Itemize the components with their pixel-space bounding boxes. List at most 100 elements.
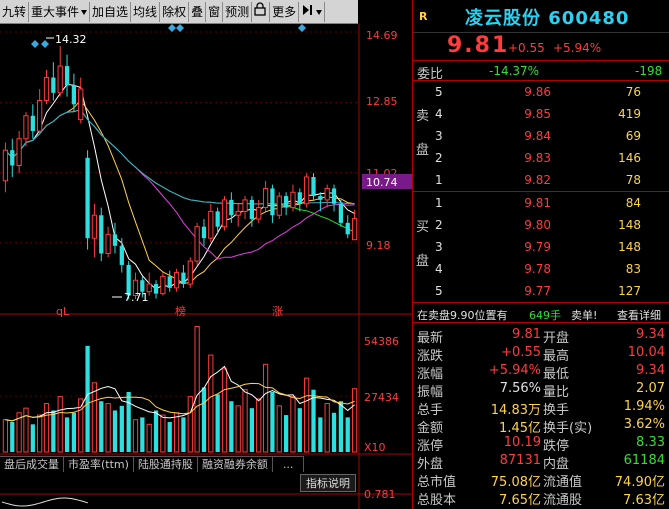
candle: [304, 173, 310, 208]
ask-row[interactable]: 1 9.82 78: [413, 169, 669, 191]
candle-body: [345, 222, 350, 235]
volume-axis-unit: X10: [364, 441, 386, 454]
ask-row[interactable]: 4 9.85 419: [413, 103, 669, 125]
volume-bar: [146, 423, 152, 453]
bid-row[interactable]: 2 9.80 148: [413, 214, 669, 236]
tab-after-hours-volume[interactable]: 盘后成交量: [0, 456, 64, 472]
marker-zhang[interactable]: 涨: [272, 305, 283, 318]
toolbar-major-events[interactable]: 重大事件: [29, 1, 91, 22]
price-header: 9.81 +0.55 +5.94%: [413, 33, 669, 61]
ticker-qty: 649手: [529, 309, 561, 322]
candle-body: [215, 211, 220, 227]
stat-row: 最新 9.81 开盘 9.34: [413, 326, 669, 346]
stat-row: 外盘 87131 内盘 61184: [413, 452, 669, 472]
candle-body: [270, 188, 275, 216]
bid-row[interactable]: 5 9.77 127: [413, 280, 669, 302]
stat-row: 涨停 10.19 跌停 8.33: [413, 434, 669, 454]
ask-volume: 419: [618, 107, 641, 121]
toolbar-add-watchlist[interactable]: 加自选: [90, 1, 132, 22]
toolbar-forecast[interactable]: 预测: [223, 1, 253, 22]
candle-body: [208, 210, 214, 239]
lock-icon[interactable]: [252, 1, 271, 22]
bid-row[interactable]: 1 9.81 84: [413, 192, 669, 214]
volume-bar: [112, 410, 118, 452]
candle-body: [160, 275, 166, 295]
stock-header: R 凌云股份 600480: [413, 0, 669, 33]
candle-body: [105, 233, 111, 254]
kline-chart[interactable]: 14.69 12.85 11.02 9.18 10.74 54386 27434…: [0, 24, 412, 509]
bid-price: 9.79: [524, 240, 551, 254]
marker-ql[interactable]: qL: [56, 305, 70, 318]
toolbar-overlay[interactable]: 叠: [189, 1, 207, 22]
stat-row: 振幅 7.56% 量比 2.07: [413, 380, 669, 400]
candle-body: [338, 203, 344, 223]
toolbar-moving-average[interactable]: 均线: [131, 1, 161, 22]
stat-value: 10.04: [627, 345, 665, 360]
volume-bar: [173, 412, 180, 453]
stat-value: 8.33: [636, 435, 665, 450]
volume-bar: [181, 417, 186, 452]
volume-bar: [283, 415, 289, 452]
order-diff-value: -198: [635, 64, 663, 78]
candle-body: [351, 218, 358, 241]
candle-body: [112, 234, 118, 246]
candle-body: [78, 88, 84, 121]
volume-bar: [201, 387, 207, 452]
tab-more[interactable]: ...: [272, 456, 305, 472]
ask-row[interactable]: 2 9.83 146: [413, 147, 669, 169]
volume-bar: [331, 412, 337, 452]
volume-bar: [297, 408, 302, 452]
toolbar-jiuzhuan[interactable]: 九转: [0, 1, 30, 22]
candle-body: [249, 199, 255, 220]
ticker-text: 在卖盘9.90位置有: [417, 309, 508, 322]
candle-body: [221, 199, 228, 228]
tab-margin-balance[interactable]: 融资融券余额: [197, 456, 273, 472]
ask-price: 9.85: [524, 107, 551, 121]
toolbar-ex-rights[interactable]: 除权: [160, 1, 190, 22]
candle-body: [181, 272, 186, 285]
high-price-label: 14.32: [55, 33, 87, 46]
candle-body: [64, 66, 70, 86]
candle-body: [187, 260, 193, 285]
candle: [276, 192, 282, 220]
candle: [311, 173, 316, 200]
candle-body: [57, 65, 63, 94]
volume-bar: [345, 417, 350, 452]
volume-bar: [249, 408, 255, 452]
bid-row[interactable]: 3 9.79 148: [413, 236, 669, 258]
tab-pe-ttm[interactable]: 市盈率(ttm): [64, 456, 134, 472]
volume-bar: [153, 410, 159, 452]
volume-bar: [187, 396, 193, 453]
indicator-explain-button[interactable]: 指标说明: [300, 474, 356, 492]
volume-bar: [194, 326, 200, 453]
price-axis-label-2: 12.85: [366, 95, 398, 108]
candle-body: [16, 138, 22, 166]
ask-row[interactable]: 5 9.86 76: [413, 81, 669, 103]
candle: [221, 196, 228, 231]
volume-axis-label-top: 54386: [364, 335, 399, 348]
order-ratio-row: 委比 -14.37% -198: [413, 61, 669, 82]
indicator-axis-label: 0.781: [364, 488, 396, 501]
volume-bar: [57, 396, 63, 453]
bid-row[interactable]: 4 9.78 83: [413, 258, 669, 280]
candle-body: [153, 284, 159, 294]
ask-row[interactable]: 3 9.84 69: [413, 125, 669, 147]
toolbar-more[interactable]: 更多: [270, 1, 300, 22]
stat-row: 总股本 7.65亿 流通股 7.63亿: [413, 488, 669, 508]
candle-body: [297, 192, 302, 204]
tab-northbound-holdings[interactable]: 陆股通持股: [133, 456, 198, 472]
ask-price: 9.84: [524, 129, 551, 143]
volume-bar: [229, 401, 234, 452]
bid-volume: 127: [618, 284, 641, 298]
volume-bar: [99, 401, 104, 452]
bid-book: 买 盘 1 9.81 84 2 9.80 148 3 9.79 148 4 9.78 83 5 9.77 1…: [413, 192, 669, 303]
bid-price: 9.80: [524, 218, 551, 232]
marker-bang[interactable]: 榜: [175, 304, 186, 318]
big-order-ticker[interactable]: 在卖盘9.90位置有 649手 卖单! 查看详细: [413, 303, 669, 323]
volume-bar: [235, 405, 241, 453]
toolbar-window[interactable]: 窗: [206, 1, 224, 22]
ticker-detail-link[interactable]: 查看详细: [617, 307, 661, 323]
play-arrow-icon[interactable]: [299, 1, 326, 22]
stat-value: 61184: [623, 453, 665, 468]
bid-volume: 83: [625, 262, 641, 276]
